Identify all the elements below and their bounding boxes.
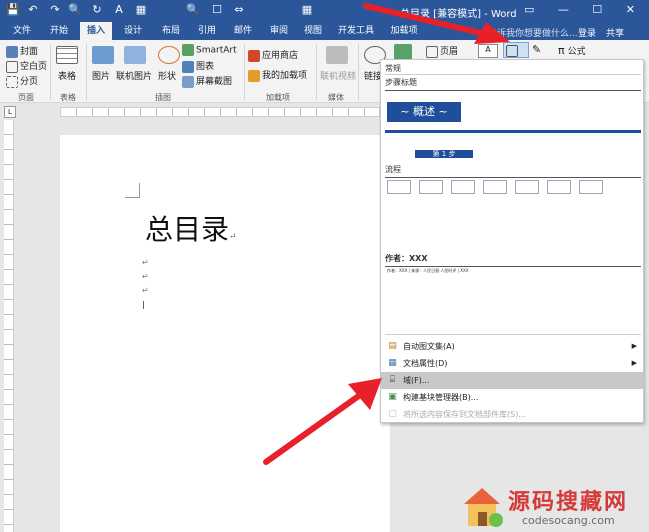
house-logo	[464, 488, 503, 527]
watermark: 源码搜藏网 codesocang.com	[460, 482, 649, 532]
arrow-to-field-menu	[263, 378, 382, 465]
arrow-to-quick-parts	[363, 3, 510, 44]
annotation-arrows	[263, 3, 510, 465]
watermark-url: codesocang.com	[522, 514, 615, 527]
watermark-title: 源码搜藏网	[508, 490, 629, 515]
